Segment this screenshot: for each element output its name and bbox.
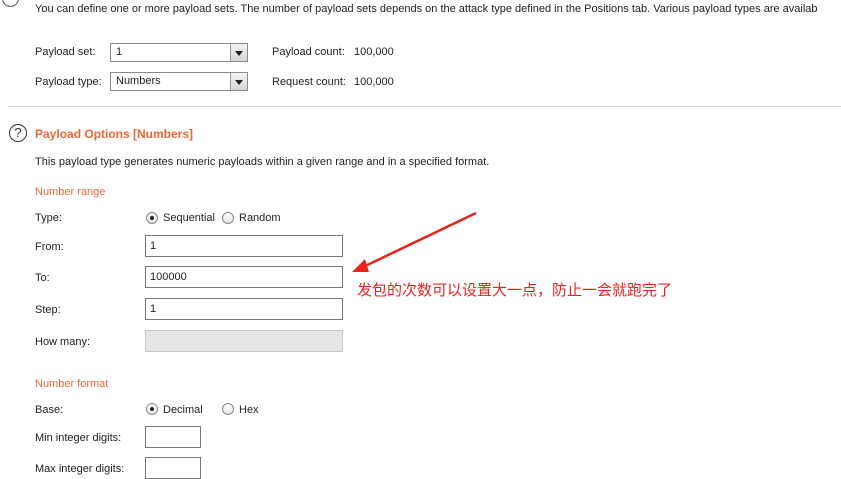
payload-type-select[interactable]: Numbers <box>110 72 248 91</box>
from-value: 1 <box>150 240 157 252</box>
payload-set-label: Payload set: <box>35 46 96 58</box>
min-integer-digits-label: Min integer digits: <box>35 432 122 444</box>
max-integer-digits-field[interactable] <box>145 457 201 479</box>
to-label: To: <box>35 272 50 284</box>
payload-count-value: 100,000 <box>354 46 394 58</box>
decimal-radio[interactable] <box>146 403 158 415</box>
section-divider <box>8 106 841 107</box>
random-label[interactable]: Random <box>239 212 281 224</box>
to-field[interactable]: 100000 <box>145 266 343 288</box>
number-range-heading: Number range <box>35 186 106 198</box>
step-field[interactable]: 1 <box>145 298 343 320</box>
request-count-value: 100,000 <box>354 76 394 88</box>
help-icon-partial <box>2 0 19 7</box>
type-label: Type: <box>35 212 62 224</box>
payload-set-value: 1 <box>116 46 123 58</box>
how-many-field <box>145 330 343 352</box>
how-many-label: How many: <box>35 336 91 348</box>
number-format-heading: Number format <box>35 378 109 390</box>
intro-text: You can define one or more payload sets.… <box>35 3 818 15</box>
payload-options-description: This payload type generates numeric payl… <box>35 156 490 168</box>
from-label: From: <box>35 241 64 253</box>
payload-type-value: Numbers <box>116 75 161 87</box>
base-label: Base: <box>35 404 64 416</box>
hex-label[interactable]: Hex <box>239 404 259 416</box>
payload-options-title: Payload Options [Numbers] <box>35 127 194 141</box>
decimal-label[interactable]: Decimal <box>163 404 203 416</box>
step-value: 1 <box>150 303 157 315</box>
random-radio[interactable] <box>222 212 234 224</box>
min-integer-digits-field[interactable] <box>145 426 201 448</box>
chevron-down-icon[interactable] <box>230 73 247 90</box>
chevron-down-icon[interactable] <box>230 44 247 61</box>
payload-set-select[interactable]: 1 <box>110 43 248 62</box>
step-label: Step: <box>35 304 61 316</box>
help-icon[interactable]: ? <box>9 124 27 142</box>
request-count-label: Request count: <box>272 76 346 88</box>
payload-type-label: Payload type: <box>35 76 102 88</box>
max-integer-digits-label: Max integer digits: <box>35 463 125 475</box>
sequential-radio[interactable] <box>146 212 158 224</box>
hex-radio[interactable] <box>222 403 234 415</box>
sequential-label[interactable]: Sequential <box>163 212 215 224</box>
to-value: 100000 <box>150 271 187 283</box>
annotation-note: 发包的次数可以设置大一点，防止一会就跑完了 <box>357 281 673 299</box>
payload-count-label: Payload count: <box>272 46 345 58</box>
from-field[interactable]: 1 <box>145 235 343 257</box>
